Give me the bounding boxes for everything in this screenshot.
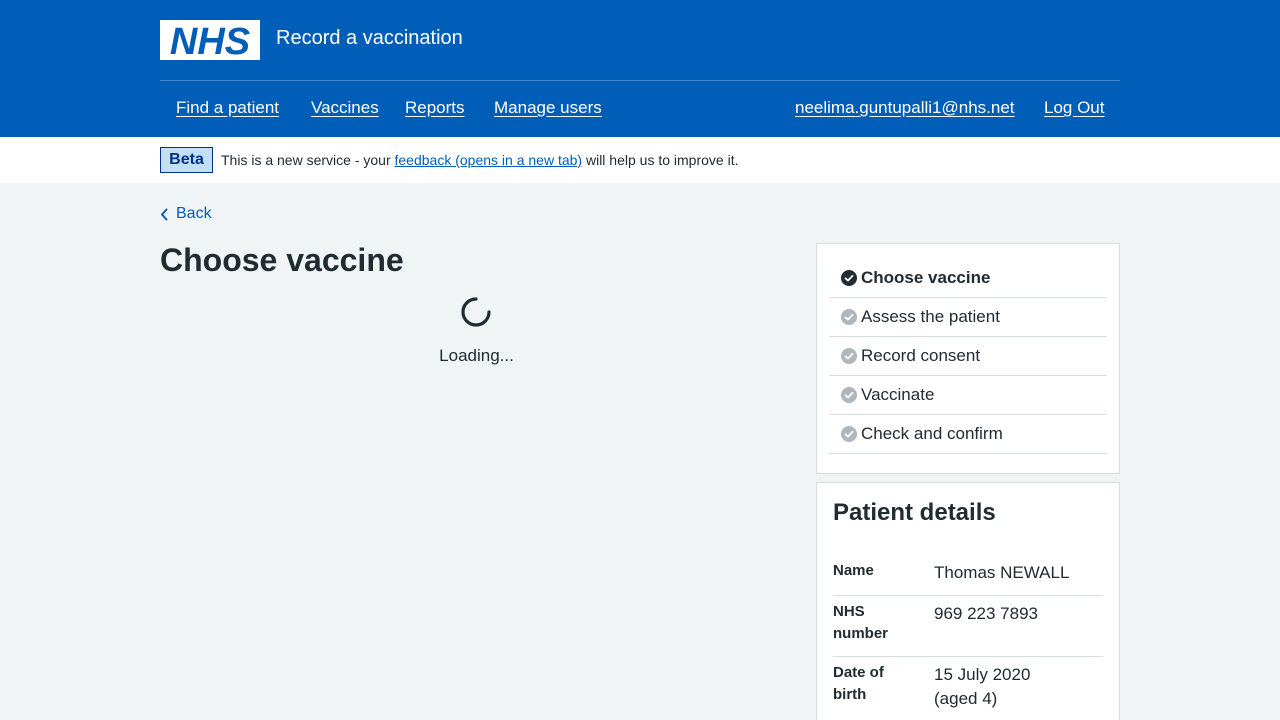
beta-tag: Beta [160, 147, 213, 173]
step-label: Assess the patient [861, 307, 1000, 326]
back-link[interactable]: Back [160, 204, 212, 224]
check-circle-grey-icon [841, 387, 857, 403]
main-content: Back Choose vaccine Loading... Choose va… [160, 183, 1120, 720]
check-circle-grey-icon [841, 348, 857, 364]
beta-text-before: This is a new service - your [221, 152, 391, 168]
step-record-consent[interactable]: Record consent [829, 337, 1107, 376]
row-divider [833, 656, 1103, 657]
nav-vaccines[interactable]: Vaccines [311, 97, 379, 119]
primary-nav: Find a patient Vaccines Reports Manage u… [160, 81, 1120, 137]
step-choose-vaccine[interactable]: Choose vaccine [829, 259, 1107, 298]
step-assess-patient[interactable]: Assess the patient [829, 298, 1107, 337]
nav-log-out[interactable]: Log Out [1044, 97, 1105, 119]
loading-text: Loading... [439, 346, 514, 365]
page-title: Choose vaccine [160, 242, 404, 278]
service-name[interactable]: Record a vaccination [276, 25, 463, 51]
check-circle-grey-icon [841, 309, 857, 325]
dob-label: Date of birth [833, 664, 884, 703]
feedback-link[interactable]: feedback (opens in a new tab) [395, 152, 583, 168]
nhs-logo[interactable]: NHS [160, 20, 260, 60]
step-label: Check and confirm [861, 424, 1003, 443]
nav-find-patient[interactable]: Find a patient [176, 97, 279, 119]
site-header: NHS Record a vaccination Find a patient … [0, 0, 1280, 137]
back-label: Back [176, 205, 212, 222]
check-circle-icon [841, 270, 857, 286]
beta-text-after: will help us to improve it. [585, 152, 739, 168]
check-circle-grey-icon [841, 426, 857, 442]
age-value: (aged 4) [934, 689, 998, 708]
spinner-icon [460, 296, 492, 328]
step-label: Record consent [861, 346, 981, 365]
nhs-number-label: NHS number [833, 603, 889, 642]
dob-value: 15 July 2020 [934, 665, 1031, 684]
chevron-left-icon [160, 208, 168, 221]
beta-message: This is a new service - your feedback (o… [221, 152, 738, 169]
name-label: Name [833, 562, 874, 579]
patient-details-heading: Patient details [833, 499, 996, 526]
patient-details-card: Patient details Name Thomas NEWALL NHS n… [816, 482, 1120, 720]
beta-banner: Beta This is a new service - your feedba… [0, 137, 1280, 183]
nav-reports[interactable]: Reports [405, 97, 465, 119]
step-check-confirm[interactable]: Check and confirm [829, 415, 1107, 454]
step-label: Choose vaccine [861, 268, 991, 287]
step-label: Vaccinate [861, 385, 935, 404]
nav-manage-users[interactable]: Manage users [494, 97, 602, 119]
row-divider [833, 595, 1103, 596]
nhs-number-value: 969 223 7893 [934, 604, 1038, 623]
svg-text:NHS: NHS [170, 21, 250, 60]
progress-steps: Choose vaccine Assess the patient Record… [816, 243, 1120, 474]
step-vaccinate[interactable]: Vaccinate [829, 376, 1107, 415]
nav-user-email[interactable]: neelima.guntupalli1@nhs.net [795, 97, 1015, 119]
name-value: Thomas NEWALL [934, 563, 1070, 582]
nhs-logo-mark: NHS [160, 20, 260, 60]
